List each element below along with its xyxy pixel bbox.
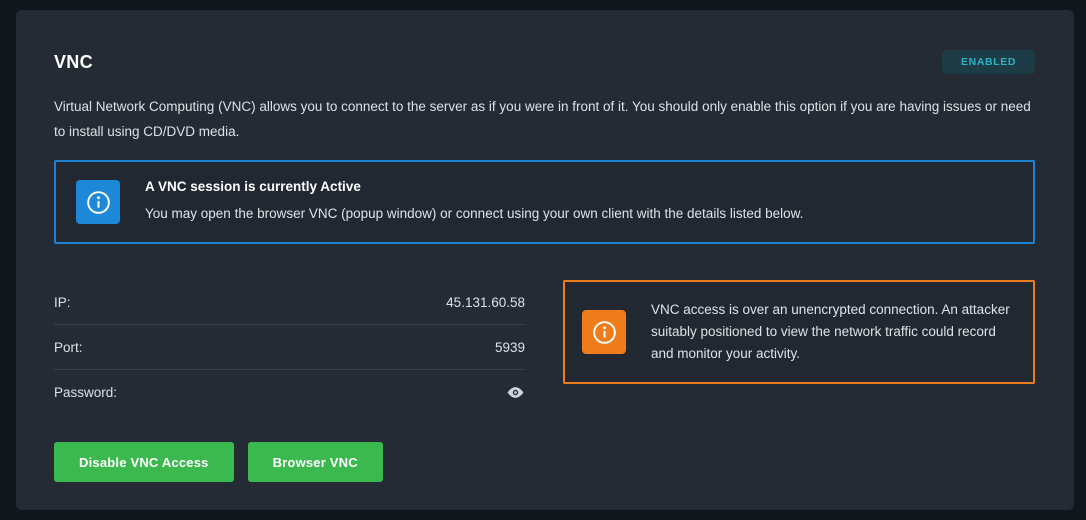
alert-title: A VNC session is currently Active — [145, 179, 803, 194]
password-label: Password: — [54, 385, 117, 400]
table-row-port: Port: 5939 — [54, 325, 525, 370]
actions-row: Disable VNC Access Browser VNC — [54, 442, 1035, 482]
warning-body: VNC access is over an unencrypted connec… — [651, 299, 1011, 365]
table-row-password: Password: — [54, 370, 525, 415]
vnc-description: Virtual Network Computing (VNC) allows y… — [54, 94, 1035, 144]
warning-info-icon — [582, 310, 626, 354]
browser-vnc-button[interactable]: Browser VNC — [248, 442, 383, 482]
ip-value: 45.131.60.58 — [446, 295, 525, 310]
alert-text: You may open the browser VNC (popup wind… — [145, 203, 803, 225]
details-section: IP: 45.131.60.58 Port: 5939 Password: — [54, 280, 1035, 415]
alert-body: A VNC session is currently Active You ma… — [145, 179, 803, 225]
port-value: 5939 — [495, 340, 525, 355]
warning-text: VNC access is over an unencrypted connec… — [651, 299, 1011, 365]
status-badge: ENABLED — [942, 50, 1035, 74]
port-label: Port: — [54, 340, 83, 355]
disable-vnc-access-button[interactable]: Disable VNC Access — [54, 442, 234, 482]
info-icon — [76, 180, 120, 224]
card-header: VNC ENABLED — [54, 50, 1035, 74]
connection-details-table: IP: 45.131.60.58 Port: 5939 Password: — [54, 280, 525, 415]
vnc-active-alert: A VNC session is currently Active You ma… — [54, 160, 1035, 244]
table-row-ip: IP: 45.131.60.58 — [54, 280, 525, 325]
eye-icon — [506, 383, 525, 402]
unencrypted-warning-alert: VNC access is over an unencrypted connec… — [563, 280, 1035, 384]
vnc-settings-card: VNC ENABLED Virtual Network Computing (V… — [16, 10, 1074, 510]
ip-label: IP: — [54, 295, 71, 310]
page-title: VNC — [54, 52, 93, 73]
reveal-password-button[interactable] — [506, 383, 525, 402]
